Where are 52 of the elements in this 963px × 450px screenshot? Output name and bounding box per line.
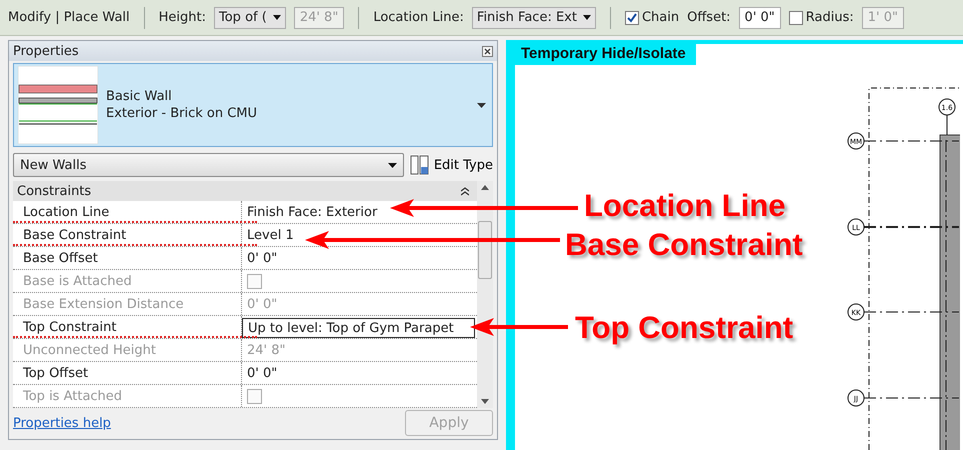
collapse-icon[interactable]	[461, 186, 469, 196]
instance-filter-dropdown[interactable]: New Walls	[13, 153, 404, 177]
edit-type-icon	[410, 155, 430, 175]
property-name: Location Line	[23, 204, 110, 220]
callout-label: Top Constraint	[575, 310, 794, 346]
checkbox[interactable]	[624, 10, 639, 24]
option-dropdown[interactable]: Top of (	[214, 6, 286, 28]
type-selector[interactable]: Basic Wall Exterior - Brick on CMU	[13, 63, 493, 147]
offset-field[interactable]: 0' 0"	[738, 6, 781, 28]
scroll-down-icon[interactable]	[481, 399, 489, 404]
option-label: Location Line:	[373, 10, 464, 25]
property-value: 24' 8"	[247, 342, 286, 358]
scrollbar[interactable]	[477, 181, 493, 408]
group-header: Constraints	[17, 184, 92, 198]
help-link[interactable]: Properties help	[13, 416, 111, 430]
property-name: Top Offset	[23, 366, 88, 380]
wall-preview-icon	[18, 66, 98, 144]
property-name: Top is Attached	[23, 388, 122, 404]
option-label: Height:	[158, 10, 206, 25]
type-family: Basic Wall	[106, 89, 173, 104]
property-name: Base is Attached	[23, 274, 132, 288]
property-name: Base Extension Distance	[23, 296, 184, 312]
caret-icon	[477, 102, 486, 108]
property-name: Base Offset	[23, 250, 98, 266]
caret-icon	[582, 15, 591, 20]
option-field: 24' 8"	[294, 6, 344, 28]
property-value: Finish Face: Exterior	[247, 204, 378, 220]
type-name: Exterior - Brick on CMU	[106, 106, 258, 121]
edit-type-button[interactable]: Edit Type	[410, 155, 493, 175]
scrollbar-thumb[interactable]	[478, 220, 492, 278]
checkbox-label: Chain	[642, 10, 680, 25]
property-value: Level 1	[247, 228, 294, 242]
caret-icon	[272, 15, 281, 20]
view-mode-label: Temporary Hide/Isolate	[515, 44, 696, 65]
checkbox[interactable]	[788, 10, 803, 24]
callout-label: Base Constraint	[565, 227, 803, 263]
checkbox-label: Radius:	[806, 10, 854, 25]
panel-title: Properties	[13, 44, 79, 58]
property-value: 0' 0"	[247, 250, 278, 266]
option-field: 1' 0"	[862, 6, 904, 28]
option-dropdown[interactable]: Finish Face: Ext	[472, 6, 596, 28]
callout-label: Location Line	[584, 188, 786, 224]
scroll-up-icon[interactable]	[481, 185, 489, 190]
close-icon[interactable]	[482, 46, 493, 56]
property-value: 0' 0"	[247, 366, 278, 380]
property-value: 0' 0"	[247, 296, 278, 312]
property-name: Top Constraint	[23, 320, 116, 334]
property-name: Unconnected Height	[23, 342, 156, 358]
property-name: Base Constraint	[23, 228, 126, 242]
option-label: Offset:	[687, 10, 731, 25]
caret-icon	[388, 162, 397, 168]
ribbon-context-title: Modify | Place Wall	[8, 10, 130, 25]
